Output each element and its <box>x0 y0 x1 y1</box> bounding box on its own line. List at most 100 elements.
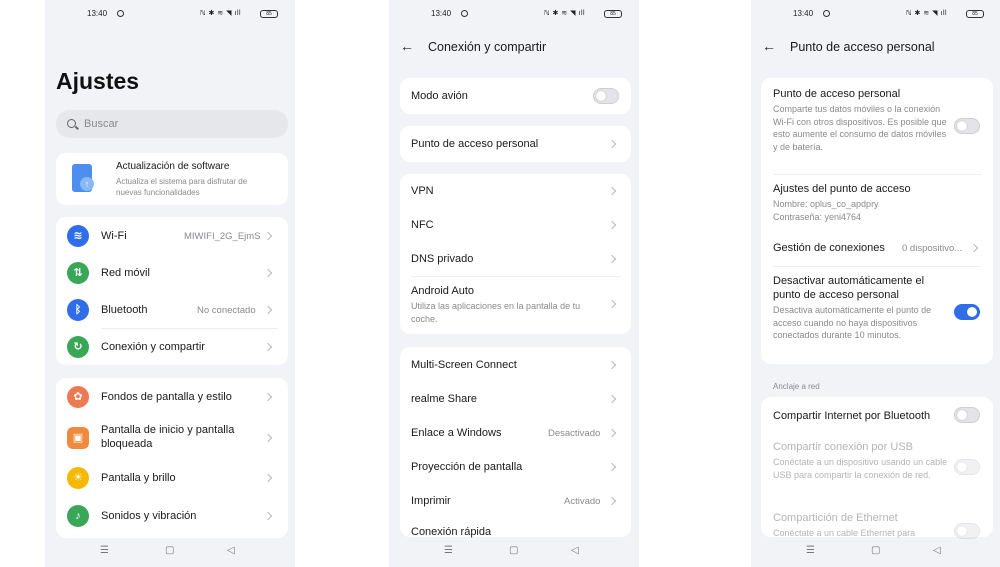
search-placeholder: Buscar <box>84 118 119 130</box>
list-item-label: NFC <box>411 219 434 231</box>
back-arrow-icon[interactable]: ← <box>400 38 414 54</box>
navigation-bar: ☰ ▢ ◁ <box>751 537 1000 567</box>
list-item-value: Activado <box>564 496 601 507</box>
chevron-right-icon <box>263 433 273 443</box>
wifi-network-name: MIWIFI_2G_EjmS <box>184 231 261 242</box>
list-item-android-auto[interactable]: Android Auto Utiliza las aplicaciones en… <box>400 276 631 334</box>
battery-icon: 85 <box>604 10 622 18</box>
hotspot-settings-label: Ajustes del punto de acceso <box>773 183 911 195</box>
list-item-multi-screen[interactable]: Multi-Screen Connect <box>400 347 631 381</box>
settings-item-mobile-network[interactable]: ⇅ Red móvil <box>56 254 288 291</box>
usb-tethering-label: Compartir conexión por USB <box>773 441 914 453</box>
settings-item-wallpaper[interactable]: ✿ Fondos de pantalla y estilo <box>56 378 288 416</box>
settings-item-label: Pantalla de inicio y pantalla bloqueada <box>101 424 235 450</box>
home-button[interactable]: ▢ <box>509 545 518 556</box>
list-item-label: DNS privado <box>411 253 474 265</box>
list-item-quick-connect[interactable]: Conexión rápida <box>400 517 631 538</box>
status-icons: ℕ ✱ ≋ ◥ ıll <box>906 10 948 17</box>
settings-item-connection-sharing[interactable]: ↻ Conexión y compartir <box>56 328 288 365</box>
bluetooth-tethering-row[interactable]: Compartir Internet por Bluetooth <box>761 397 993 435</box>
bluetooth-tethering-label: Compartir Internet por Bluetooth <box>773 410 931 422</box>
section-header-tethering: Anclaje a red <box>773 382 820 391</box>
airplane-mode-toggle[interactable] <box>593 88 619 104</box>
connection-sharing-screen: 13:40 ℕ ✱ ≋ ◥ ıll 85 ← Conexión y compar… <box>389 0 639 567</box>
battery-icon: 85 <box>260 10 278 18</box>
chevron-right-icon <box>263 342 273 352</box>
hotspot-settings-row[interactable]: Ajustes del punto de acceso Nombre: oplu… <box>761 174 993 230</box>
settings-item-bluetooth[interactable]: ᛒ Bluetooth No conectado <box>56 291 288 328</box>
navigation-bar: ☰ ▢ ◁ <box>389 537 639 567</box>
usb-tethering-row: Compartir conexión por USB Conéctate a u… <box>761 435 993 507</box>
page-title: Punto de acceso personal <box>790 40 935 54</box>
settings-item-display[interactable]: ☀ Pantalla y brillo <box>56 460 288 498</box>
chevron-right-icon <box>607 254 617 264</box>
status-bar: 13:40 ℕ ✱ ≋ ◥ ıll 85 <box>389 9 639 21</box>
software-update-card[interactable]: ↑ Actualización de software Actualiza el… <box>56 153 288 205</box>
image-icon: ▣ <box>67 427 89 449</box>
recent-apps-button[interactable]: ☰ <box>806 545 815 556</box>
settings-item-label: Bluetooth <box>101 304 148 316</box>
list-item-label: Android Auto <box>411 285 474 297</box>
navigation-bar: ☰ ▢ ◁ <box>45 537 295 567</box>
auto-off-description: Desactiva automáticamente el punto de ac… <box>773 305 932 340</box>
recent-apps-button[interactable]: ☰ <box>444 545 453 556</box>
home-button[interactable]: ▢ <box>871 545 880 556</box>
airplane-mode-row[interactable]: Modo avión <box>400 78 631 114</box>
list-item-private-dns[interactable]: DNS privado <box>400 242 631 276</box>
settings-item-label: Sonidos y vibración <box>101 510 197 522</box>
home-button[interactable]: ▢ <box>165 545 174 556</box>
list-item-realme-share[interactable]: realme Share <box>400 381 631 415</box>
auto-off-toggle[interactable] <box>954 304 980 320</box>
settings-item-home-lock-screen[interactable]: ▣ Pantalla de inicio y pantalla bloquead… <box>56 416 288 460</box>
settings-item-wifi[interactable]: ≋ Wi-Fi MIWIFI_2G_EjmS <box>56 217 288 254</box>
phone-update-icon: ↑ <box>72 164 94 192</box>
chevron-right-icon <box>607 220 617 230</box>
hotspot-screen: 13:40 ℕ ✱ ≋ ◥ ıll 85 ← Punto de acceso p… <box>751 0 1000 567</box>
hotspot-toggle[interactable] <box>954 118 980 134</box>
update-title: Actualización de software <box>116 161 230 172</box>
manage-connections-row[interactable]: Gestión de conexiones 0 dispositivo... <box>761 230 993 266</box>
status-time: 13:40 <box>793 9 814 18</box>
auto-off-row[interactable]: Desactivar automáticamente el punto de a… <box>761 266 993 362</box>
usb-tethering-toggle <box>954 459 980 475</box>
hotspot-card: Punto de acceso personal Comparte tus da… <box>761 78 993 364</box>
bluetooth-status: No conectado <box>197 305 256 316</box>
hotspot-label: Punto de acceso personal <box>773 88 901 100</box>
wifi-icon: ≋ <box>67 225 89 247</box>
list-item-nfc[interactable]: NFC <box>400 208 631 242</box>
hotspot-password: Contraseña: yeni4764 <box>773 212 862 222</box>
search-input[interactable]: Buscar <box>56 110 288 138</box>
mobile-data-icon: ⇅ <box>67 262 89 284</box>
chevron-right-icon <box>969 243 979 253</box>
hotspot-row[interactable]: Punto de acceso personal <box>400 126 631 162</box>
devices-card: Multi-Screen Connect realme Share Enlace… <box>400 347 631 538</box>
chevron-right-icon <box>607 139 617 149</box>
list-item-print[interactable]: Imprimir Activado <box>400 483 631 517</box>
chevron-right-icon <box>607 428 617 438</box>
status-icons: ℕ ✱ ≋ ◥ ıll <box>544 10 586 17</box>
bluetooth-tethering-toggle[interactable] <box>954 407 980 423</box>
settings-item-label: Wi-Fi <box>101 230 127 242</box>
list-item-label: Imprimir <box>411 495 451 507</box>
sun-icon: ☀ <box>67 467 89 489</box>
list-item-vpn[interactable]: VPN <box>400 174 631 208</box>
list-item-link-windows[interactable]: Enlace a Windows Desactivado <box>400 415 631 449</box>
list-item-label: VPN <box>411 185 434 197</box>
back-button[interactable]: ◁ <box>933 545 941 556</box>
update-subtitle: Actualiza el sistema para disfrutar de n… <box>116 177 248 197</box>
chevron-right-icon <box>263 305 273 315</box>
back-button[interactable]: ◁ <box>227 545 235 556</box>
bluetooth-icon: ᛒ <box>67 299 89 321</box>
list-item-label: realme Share <box>411 393 478 405</box>
list-item-label: Enlace a Windows <box>411 427 502 439</box>
hotspot-toggle-row[interactable]: Punto de acceso personal Comparte tus da… <box>761 78 993 174</box>
network-card: VPN NFC DNS privado Android Auto Utiliza… <box>400 174 631 334</box>
back-arrow-icon[interactable]: ← <box>762 38 776 54</box>
status-icons: ℕ ✱ ≋ ◥ ıll <box>200 10 242 17</box>
manage-connections-label: Gestión de conexiones <box>773 242 885 254</box>
recent-apps-button[interactable]: ☰ <box>100 545 109 556</box>
connected-devices-count: 0 dispositivo... <box>902 243 963 254</box>
back-button[interactable]: ◁ <box>571 545 579 556</box>
settings-item-sound[interactable]: ♪ Sonidos y vibración <box>56 498 288 536</box>
list-item-screen-cast[interactable]: Proyección de pantalla <box>400 449 631 483</box>
